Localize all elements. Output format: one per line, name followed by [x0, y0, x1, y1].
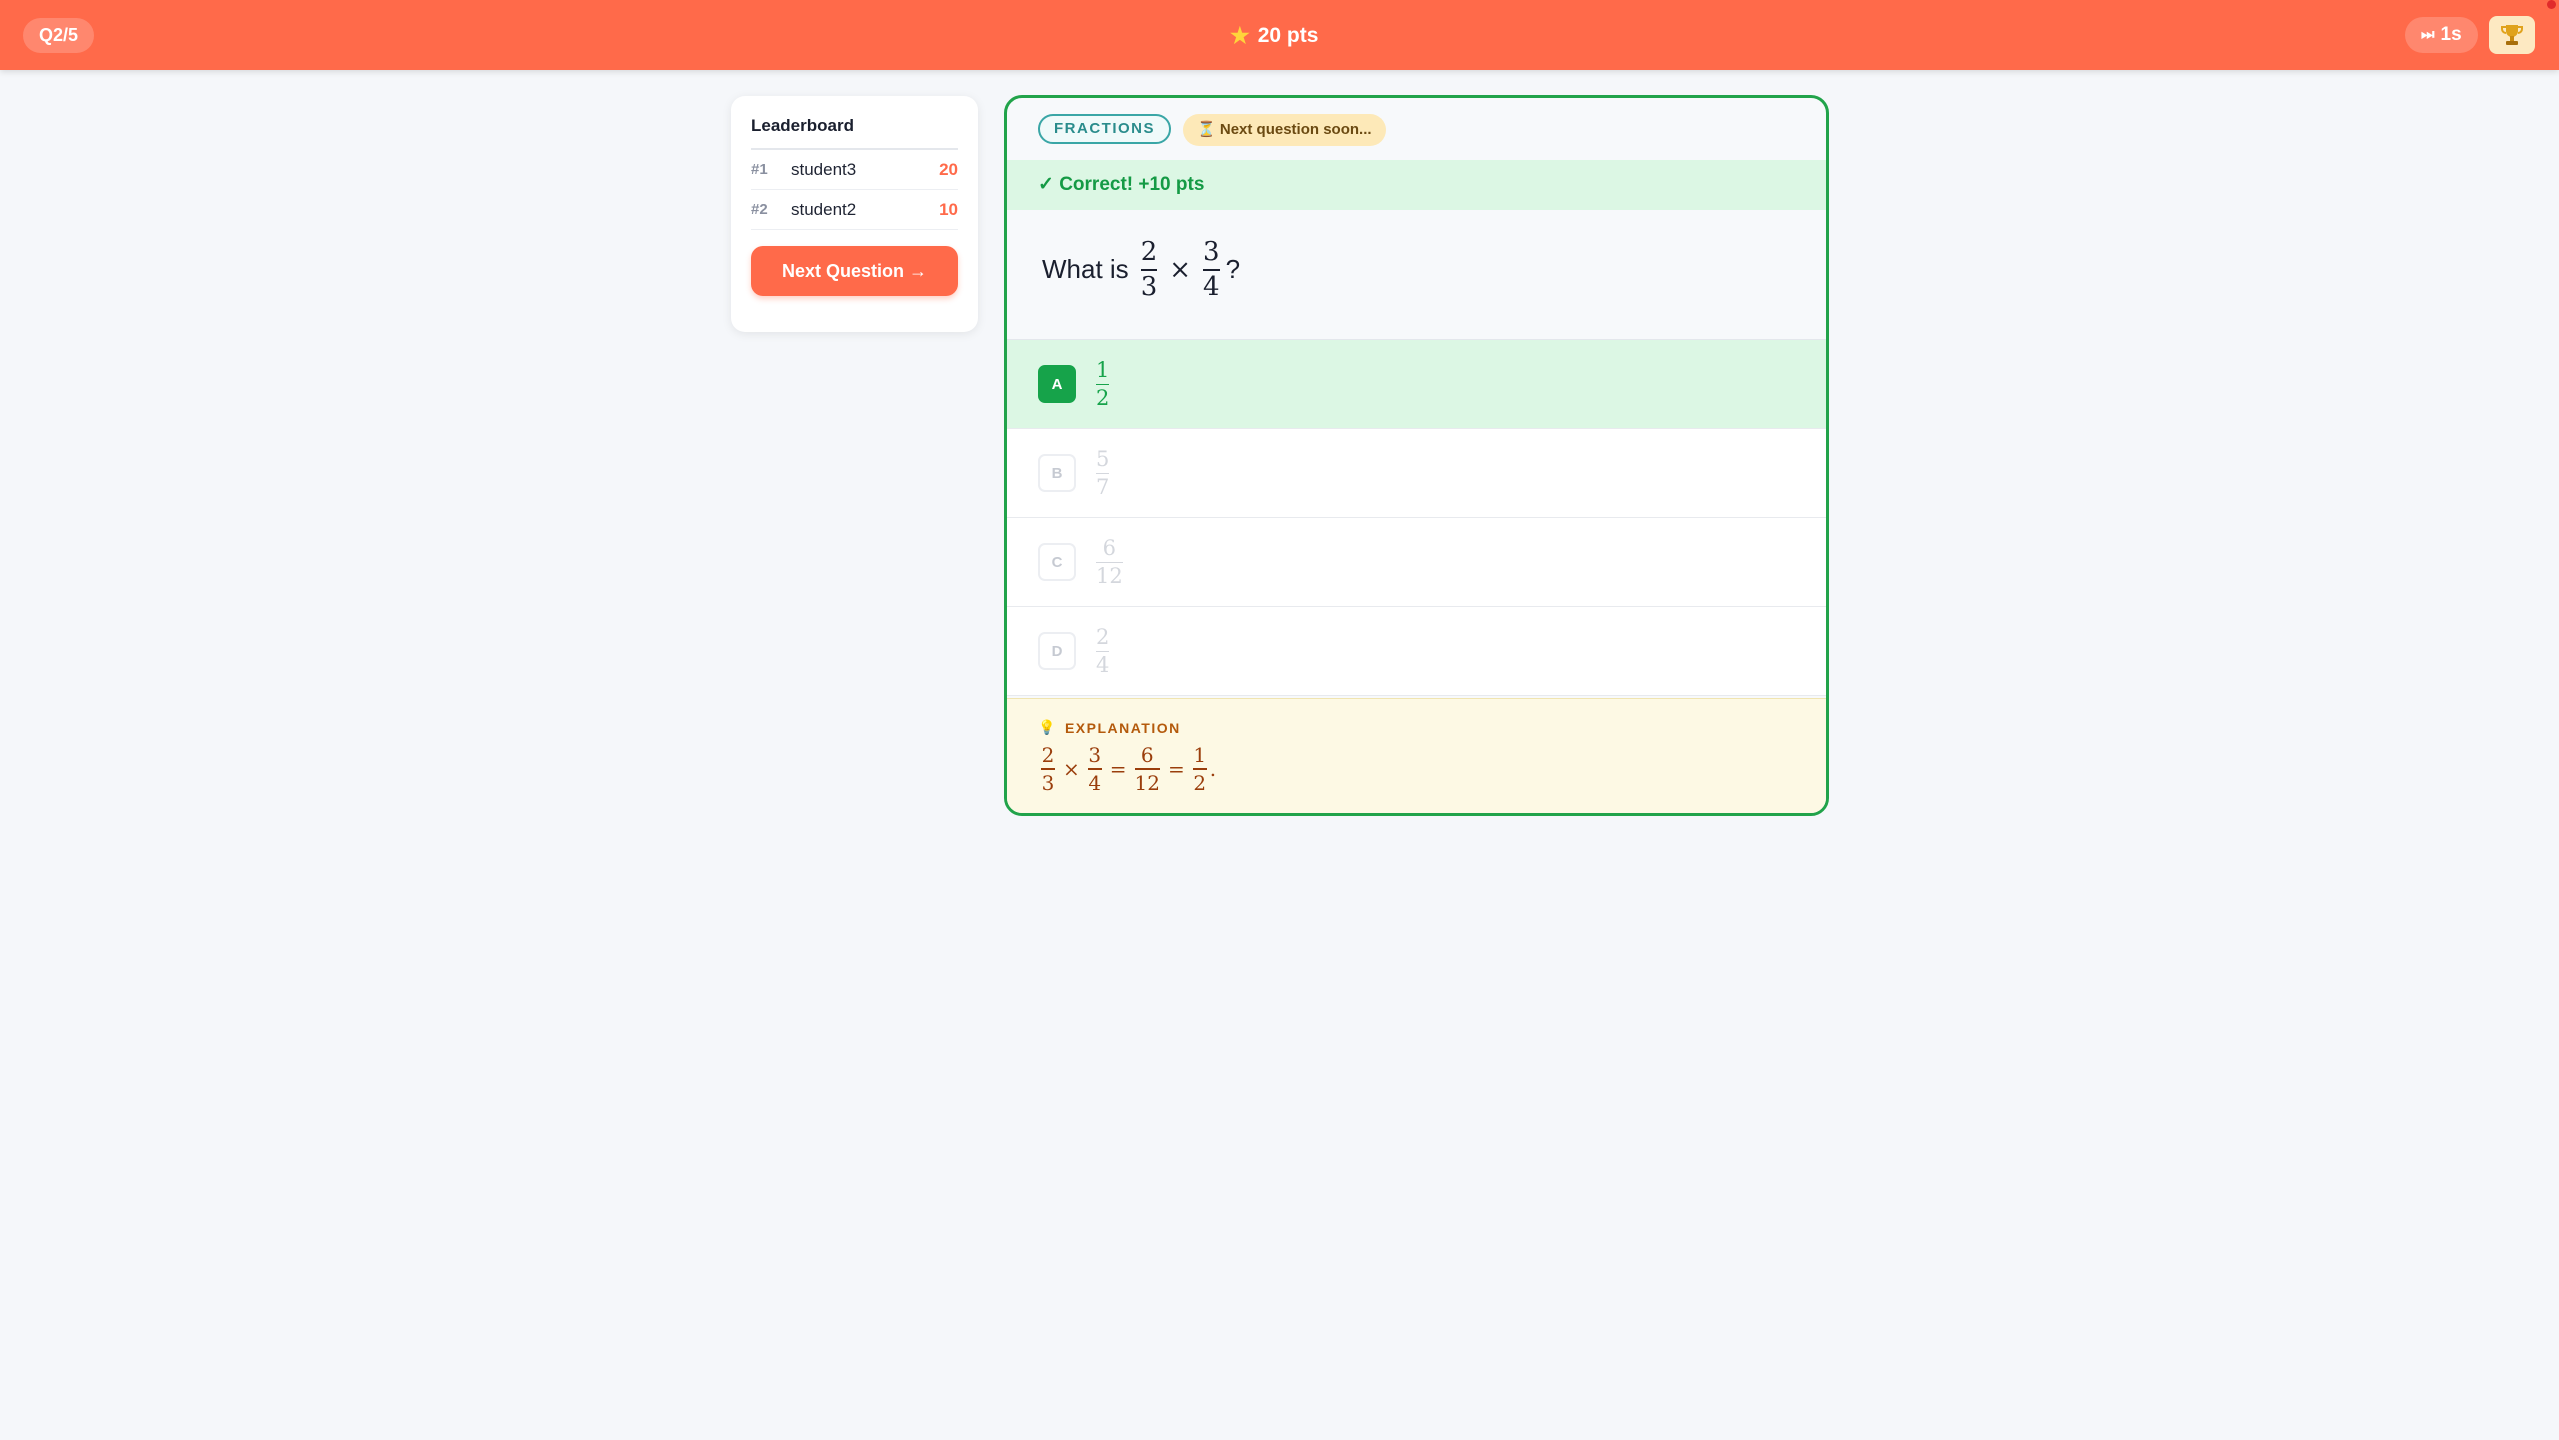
numerator: 3: [1203, 237, 1220, 267]
numerator: 2: [1140, 237, 1158, 267]
answer-option-b[interactable]: B 5 7: [1007, 429, 1826, 518]
option-letter: B: [1038, 454, 1076, 492]
denominator: 4: [1096, 652, 1110, 677]
question-progress: Q2/5: [23, 18, 95, 53]
leaderboard-rank: #2: [751, 201, 768, 218]
denominator: 12: [1096, 563, 1123, 588]
trophy-button[interactable]: [2489, 16, 2535, 54]
numerator: 3: [1088, 743, 1102, 767]
explanation-label: EXPLANATION: [1064, 719, 1181, 736]
explanation-panel: 💡 EXPLANATION 2 3 × 3 4 = 6 12 = 1 2 .: [1007, 698, 1826, 813]
option-letter: D: [1038, 632, 1076, 670]
score-display: ★ 20 pts: [1230, 18, 1318, 53]
question-card: FRACTIONS ⏳ Next question soon... ✓ Corr…: [1004, 95, 1829, 816]
question-prompt: What is 2 3 × 3 4 ?: [1042, 238, 1240, 301]
leaderboard-title: Leaderboard: [751, 116, 958, 150]
operand-fraction: 3 4: [1203, 238, 1220, 301]
lightbulb-icon: 💡: [1038, 719, 1057, 735]
feedback-banner: ✓ Correct! +10 pts: [1007, 160, 1826, 210]
timer-label: 1s: [2440, 24, 2462, 45]
fast-forward-icon: ⏭: [2421, 26, 2435, 43]
option-letter: A: [1038, 365, 1076, 403]
answer-option-d[interactable]: D 2 4: [1007, 607, 1826, 696]
explanation-fraction: 6 12: [1134, 743, 1160, 795]
option-fraction: 1 2: [1096, 358, 1110, 410]
numerator: 2: [1041, 743, 1055, 767]
explanation-equals: =: [1167, 757, 1185, 781]
star-icon: ★: [1230, 23, 1250, 48]
explanation-fraction: 1 2: [1192, 743, 1207, 795]
leaderboard-row: #1 student3 20: [751, 150, 958, 190]
numerator: 6: [1102, 536, 1117, 561]
denominator: 4: [1203, 271, 1220, 302]
option-fraction: 2 4: [1096, 625, 1110, 677]
score-label: 20 pts: [1257, 24, 1319, 47]
denominator: 2: [1096, 385, 1110, 410]
status-tag-label: Next question soon...: [1219, 121, 1372, 138]
explanation-equals: =: [1109, 757, 1127, 781]
answer-options: A 1 2 B 5 7 C 6 12 D 2 4: [1007, 339, 1826, 696]
numerator: 2: [1096, 625, 1110, 650]
explanation-operator: ×: [1063, 757, 1080, 781]
numerator: 1: [1193, 743, 1207, 767]
trophy-icon: [2501, 25, 2523, 45]
denominator: 7: [1096, 474, 1110, 499]
leaderboard-name: student2: [791, 199, 857, 219]
top-bar: Q2/5 ★ 20 pts ⏭ 1s: [0, 0, 2559, 70]
numerator: 1: [1096, 358, 1110, 383]
leaderboard-score: 10: [939, 199, 958, 219]
denominator: 12: [1134, 771, 1160, 795]
option-fraction: 5 7: [1096, 447, 1110, 499]
leaderboard-row: #2 student2 10: [751, 190, 958, 230]
explanation-equation: 2 3 × 3 4 = 6 12 = 1 2 .: [1038, 744, 1795, 794]
explanation-header: 💡 EXPLANATION: [1038, 719, 1795, 736]
timer-pill[interactable]: ⏭ 1s: [2405, 17, 2478, 53]
numerator: 5: [1096, 447, 1110, 472]
explanation-period: .: [1209, 757, 1217, 781]
denominator: 2: [1193, 771, 1207, 795]
denominator: 3: [1140, 271, 1158, 302]
answer-option-a[interactable]: A 1 2: [1007, 340, 1826, 429]
answer-option-c[interactable]: C 6 12: [1007, 518, 1826, 607]
notification-dot: [2547, 0, 2556, 9]
leaderboard-score: 20: [939, 159, 958, 179]
option-fraction: 6 12: [1096, 536, 1123, 588]
numerator: 6: [1140, 743, 1154, 767]
status-tag: ⏳ Next question soon...: [1183, 114, 1386, 146]
explanation-fraction: 3 4: [1087, 743, 1102, 795]
prompt-suffix: ?: [1225, 254, 1241, 285]
hourglass-icon: ⏳: [1197, 121, 1216, 138]
denominator: 4: [1088, 771, 1102, 795]
explanation-fraction: 2 3: [1041, 744, 1055, 794]
next-question-button[interactable]: Next Question →: [751, 246, 958, 296]
operand-fraction: 2 3: [1140, 237, 1158, 302]
prompt-prefix: What is: [1042, 254, 1129, 285]
operator: ×: [1169, 254, 1192, 285]
question-tags: FRACTIONS ⏳ Next question soon...: [1038, 114, 1386, 146]
denominator: 3: [1041, 771, 1055, 795]
option-letter: C: [1038, 543, 1076, 581]
leaderboard-panel: Leaderboard #1 student3 20 #2 student2 1…: [731, 96, 978, 332]
topic-tag: FRACTIONS: [1038, 114, 1171, 144]
leaderboard-name: student3: [791, 159, 857, 179]
leaderboard-rank: #1: [751, 161, 768, 178]
